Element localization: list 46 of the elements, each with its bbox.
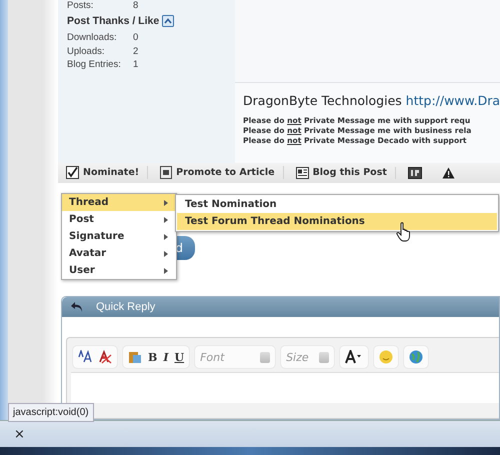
format-button[interactable]: U — [174, 350, 184, 364]
status-url-tooltip: javascript:void(0) — [8, 403, 94, 422]
menu-item[interactable]: User — [62, 262, 176, 279]
submenu-arrow-icon — [164, 250, 168, 256]
reply-arrow-icon — [70, 301, 84, 313]
blog-post-button[interactable]: Blog this Post — [296, 166, 396, 179]
warning-icon[interactable] — [442, 166, 455, 179]
ip-icon[interactable] — [408, 166, 422, 179]
submenu-arrow-icon — [164, 234, 168, 240]
stat-label: Blog Entries: — [67, 59, 122, 70]
submenu-item[interactable]: Test Forum Thread Nominations — [177, 213, 497, 230]
stat-value: 2 — [133, 46, 138, 57]
company-name: DragonByte Technologies — [243, 93, 402, 108]
smiley-icon — [378, 350, 393, 364]
stat-value: 0 — [133, 32, 138, 44]
menu-item[interactable]: Thread — [62, 194, 176, 211]
website-link[interactable]: http://www.Dra — [406, 93, 500, 108]
format-button[interactable]: B — [148, 350, 158, 364]
section-title: Post Thanks / Like — [67, 15, 160, 27]
menu-item[interactable]: Avatar — [62, 245, 176, 262]
document-icon — [160, 166, 172, 180]
promote-button[interactable]: Promote to Article — [160, 166, 284, 180]
stat-value: 8 — [133, 0, 138, 11]
submenu-arrow-icon — [164, 268, 168, 274]
stat-label: Posts: — [67, 0, 94, 11]
submenu-arrow-icon — [164, 216, 168, 222]
remove-format-icon[interactable] — [98, 350, 112, 364]
checkbox-icon — [66, 166, 79, 180]
collapse-icon[interactable] — [162, 15, 174, 27]
menu-item[interactable]: Signature — [62, 228, 176, 245]
stat-label: Downloads: — [67, 32, 118, 44]
nominate-button[interactable]: Nominate! — [66, 166, 148, 180]
menu-item[interactable]: Post — [62, 211, 176, 228]
format-button[interactable]: I — [163, 350, 168, 364]
newspaper-icon — [296, 166, 309, 179]
text-color-button[interactable] — [340, 346, 368, 368]
paste-icon[interactable] — [128, 350, 142, 364]
letter-caret-icon — [344, 350, 363, 364]
font-size-icon[interactable] — [78, 350, 92, 364]
stat-label: Uploads: — [67, 46, 106, 57]
close-button[interactable]: × — [14, 426, 25, 442]
submenu-item[interactable]: Test Nomination — [177, 196, 497, 213]
submenu-arrow-icon — [164, 200, 168, 206]
stat-value: 1 — [133, 59, 138, 70]
globe-icon[interactable] — [408, 350, 423, 364]
panel-title: Quick Reply — [96, 301, 156, 313]
